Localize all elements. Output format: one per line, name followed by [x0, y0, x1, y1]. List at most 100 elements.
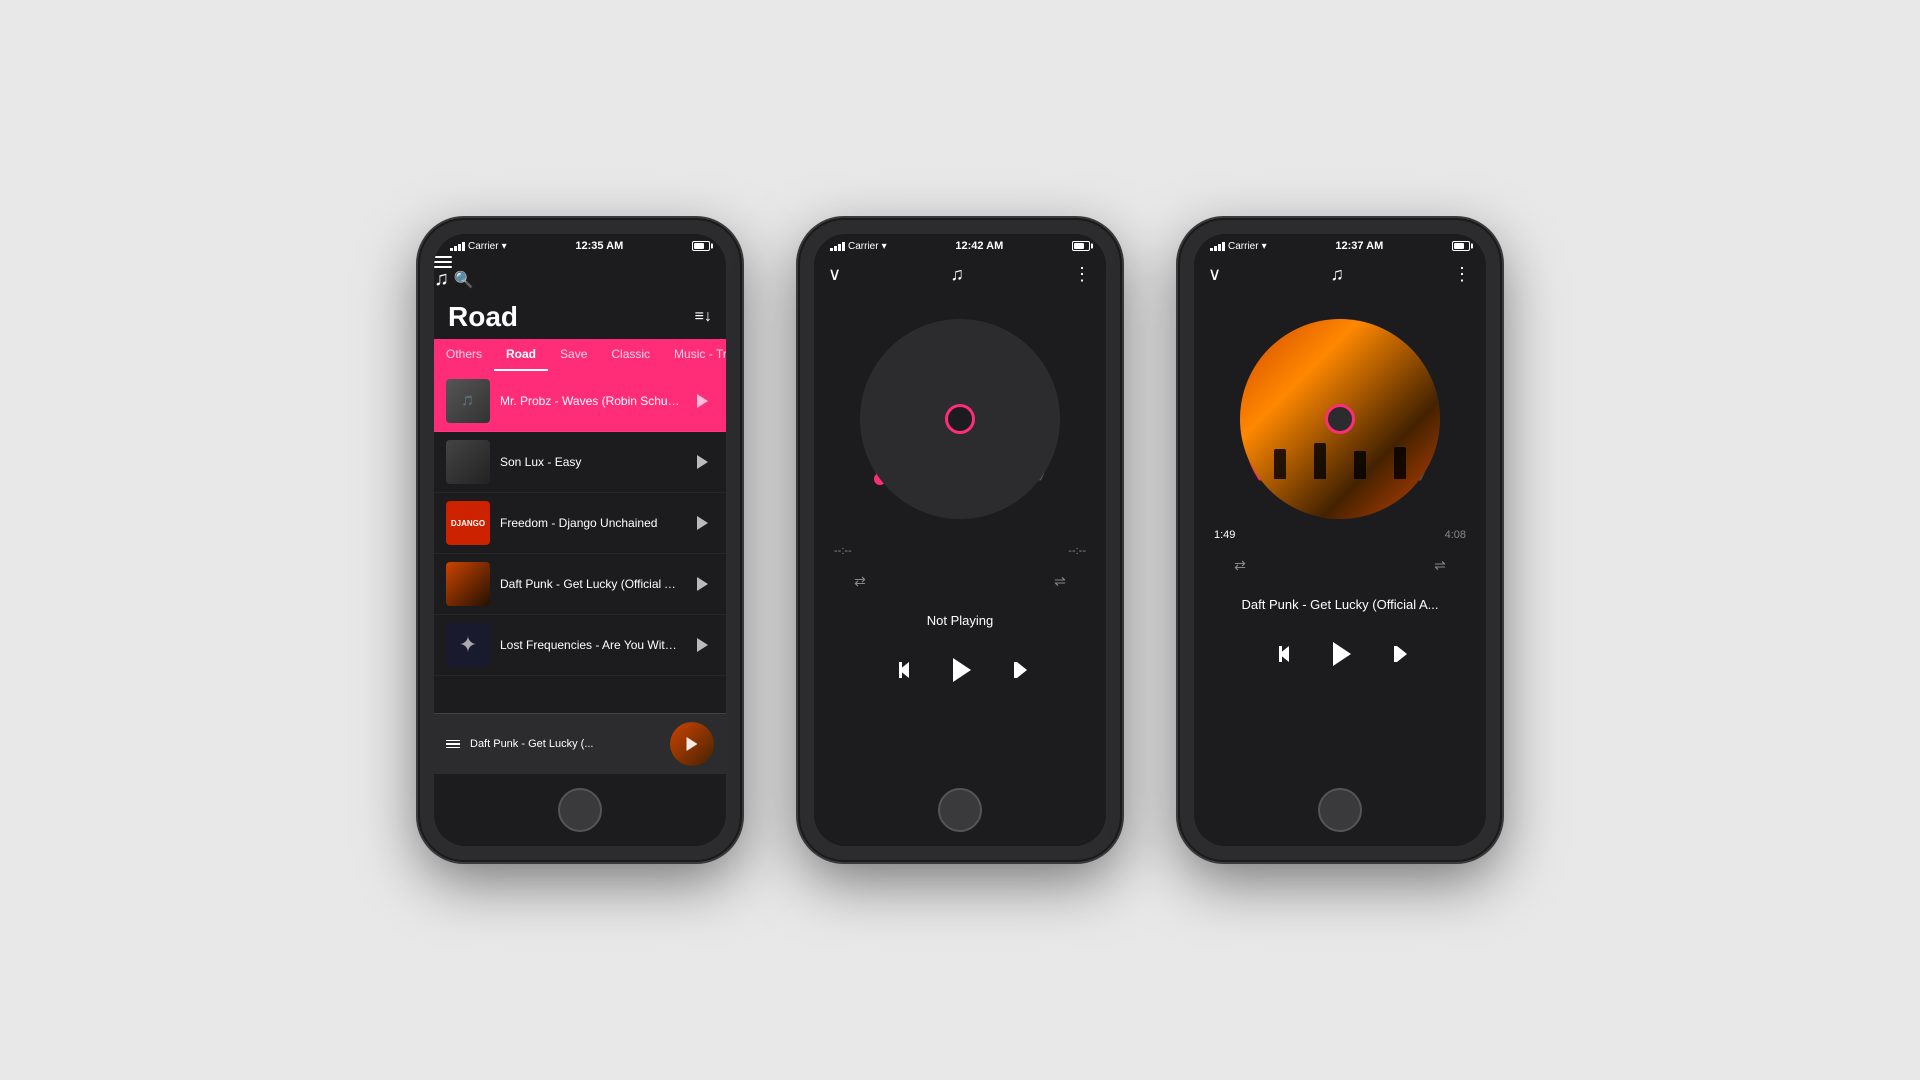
chevron-down-2[interactable]: ∨	[828, 264, 841, 285]
play-btn-large-2[interactable]	[942, 652, 978, 688]
play-btn-large-3[interactable]	[1322, 636, 1358, 672]
carrier-3: Carrier ▾	[1210, 241, 1267, 252]
phone-2: Carrier ▾ 12:42 AM ∨ ♫ ⋮	[800, 220, 1120, 860]
track-title-3: Daft Punk - Get Lucky (Official A...	[1242, 597, 1439, 612]
player-content-3: 1:49 4:08 ⇄ ⇌ Daft Punk - Get Lucky (Off…	[1194, 293, 1486, 774]
home-button-3[interactable]	[1318, 788, 1362, 832]
prev-btn-3[interactable]	[1262, 636, 1298, 672]
home-btn-area-2	[814, 774, 1106, 846]
song-item-5[interactable]: ✦ Lost Frequencies - Are You With Me (Of…	[434, 615, 726, 676]
mini-play-icon	[687, 737, 698, 751]
tab-save[interactable]: Save	[548, 339, 599, 371]
play-large-icon-2	[953, 658, 971, 682]
home-btn-area-1	[434, 774, 726, 846]
song-info-5: Lost Frequencies - Are You With Me (Offi…	[500, 638, 680, 652]
sort-icon[interactable]: ≡↓	[695, 308, 712, 326]
song-thumb-3: DJANGO	[446, 501, 490, 545]
time-1: 12:35 AM	[575, 240, 623, 252]
status-right-1	[692, 241, 710, 251]
mini-player[interactable]: Daft Punk - Get Lucky (...	[434, 713, 726, 774]
play-btn-3[interactable]	[690, 511, 714, 535]
repeat-btn-2[interactable]: ⇌	[1044, 565, 1076, 597]
song-thumb-2	[446, 440, 490, 484]
dots-menu-3[interactable]: ⋮	[1453, 264, 1472, 285]
song-info-1: Mr. Probz - Waves (Robin Schulz Remix Ra…	[500, 394, 680, 408]
star-icon: ✦	[459, 632, 477, 658]
song-item-1[interactable]: 🎵 Mr. Probz - Waves (Robin Schulz Remix …	[434, 371, 726, 432]
carrier-text-2: Carrier	[848, 241, 879, 252]
tab-others[interactable]: Others	[434, 339, 494, 371]
thumb-daft	[446, 562, 490, 606]
time-left-2: --:--	[834, 545, 852, 557]
status-right-3	[1452, 241, 1470, 251]
battery-icon-2	[1072, 241, 1090, 251]
time-row-3: 1:49 4:08	[1214, 529, 1466, 541]
phone-1-screen: Carrier ▾ 12:35 AM ♫ 🔍	[434, 234, 726, 846]
battery-icon-1	[692, 241, 710, 251]
song-name-5: Lost Frequencies - Are You With Me (Offi…	[500, 638, 680, 652]
song-thumb-4	[446, 562, 490, 606]
music-note-1: ♫	[434, 268, 449, 290]
play-triangle-4	[697, 577, 708, 591]
dots-menu-2[interactable]: ⋮	[1073, 264, 1092, 285]
status-bar-1: Carrier ▾ 12:35 AM	[434, 234, 726, 256]
battery-fill-3	[1454, 243, 1464, 249]
track-title-2: Not Playing	[927, 613, 993, 628]
repeat-btn-3[interactable]: ⇌	[1424, 549, 1456, 581]
song-name-3: Freedom - Django Unchained	[500, 516, 680, 530]
carrier-text-3: Carrier	[1228, 241, 1259, 252]
mini-artwork[interactable]	[670, 722, 714, 766]
sil-3	[1354, 451, 1366, 479]
home-button-1[interactable]	[558, 788, 602, 832]
next-btn-3[interactable]	[1382, 636, 1418, 672]
play-btn-2[interactable]	[690, 450, 714, 474]
silhouettes-3	[1260, 443, 1420, 479]
sil-2	[1314, 443, 1326, 479]
prev-btn-2[interactable]	[882, 652, 918, 688]
home-btn-area-3	[1194, 774, 1486, 846]
song-item-3[interactable]: DJANGO Freedom - Django Unchained	[434, 493, 726, 554]
menu-icon-1[interactable]	[434, 256, 726, 268]
vinyl-center-2	[945, 404, 975, 434]
mini-menu-icon[interactable]	[446, 740, 460, 749]
song-item-4[interactable]: Daft Punk - Get Lucky (Official Audio) f…	[434, 554, 726, 615]
tab-road[interactable]: Road	[494, 339, 548, 371]
player-nav-2: ∨ ♫ ⋮	[814, 256, 1106, 293]
next-btn-2[interactable]	[1002, 652, 1038, 688]
play-large-icon-3	[1333, 642, 1351, 666]
play-btn-5[interactable]	[690, 633, 714, 657]
time-2: 12:42 AM	[955, 240, 1003, 252]
controls-row-3: ⇄ ⇌	[1214, 549, 1466, 581]
play-btn-1[interactable]	[690, 389, 714, 413]
play-triangle-1	[697, 394, 708, 408]
signal-icon-2	[830, 242, 845, 251]
song-name-4: Daft Punk - Get Lucky (Official Audio) f…	[500, 577, 680, 591]
tab-classic[interactable]: Classic	[599, 339, 662, 371]
battery-icon-3	[1452, 241, 1470, 251]
phones-container: Carrier ▾ 12:35 AM ♫ 🔍	[420, 220, 1500, 860]
home-button-2[interactable]	[938, 788, 982, 832]
shuffle-btn-3[interactable]: ⇄	[1224, 549, 1256, 581]
phone-1: Carrier ▾ 12:35 AM ♫ 🔍	[420, 220, 740, 860]
play-triangle-2	[697, 455, 708, 469]
player-content-2: --:-- --:-- ⇄ ⇌ Not Playing	[814, 293, 1106, 774]
chevron-down-3[interactable]: ∨	[1208, 264, 1221, 285]
music-note-3: ♫	[1330, 264, 1344, 285]
song-thumb-5: ✦	[446, 623, 490, 667]
time-row-2: --:-- --:--	[834, 545, 1086, 557]
controls-row-2: ⇄ ⇌	[834, 565, 1086, 597]
wifi-icon-2: ▾	[882, 241, 887, 252]
thumb-waves: 🎵	[446, 379, 490, 423]
status-bar-3: Carrier ▾ 12:37 AM	[1194, 234, 1486, 256]
playlist-header: Road ≡↓	[434, 291, 726, 339]
search-icon-1[interactable]: 🔍	[453, 272, 473, 289]
skip-prev-icon-2	[899, 662, 902, 678]
skip-prev-icon-3	[1279, 646, 1282, 662]
song-item-2[interactable]: Son Lux - Easy	[434, 432, 726, 493]
shuffle-btn-2[interactable]: ⇄	[844, 565, 876, 597]
song-info-4: Daft Punk - Get Lucky (Official Audio) f…	[500, 577, 680, 591]
phone-3-screen: Carrier ▾ 12:37 AM ∨ ♫ ⋮	[1194, 234, 1486, 846]
play-btn-4[interactable]	[690, 572, 714, 596]
tab-music-trap[interactable]: Music - Trap	[662, 339, 726, 371]
play-triangle-5	[697, 638, 708, 652]
